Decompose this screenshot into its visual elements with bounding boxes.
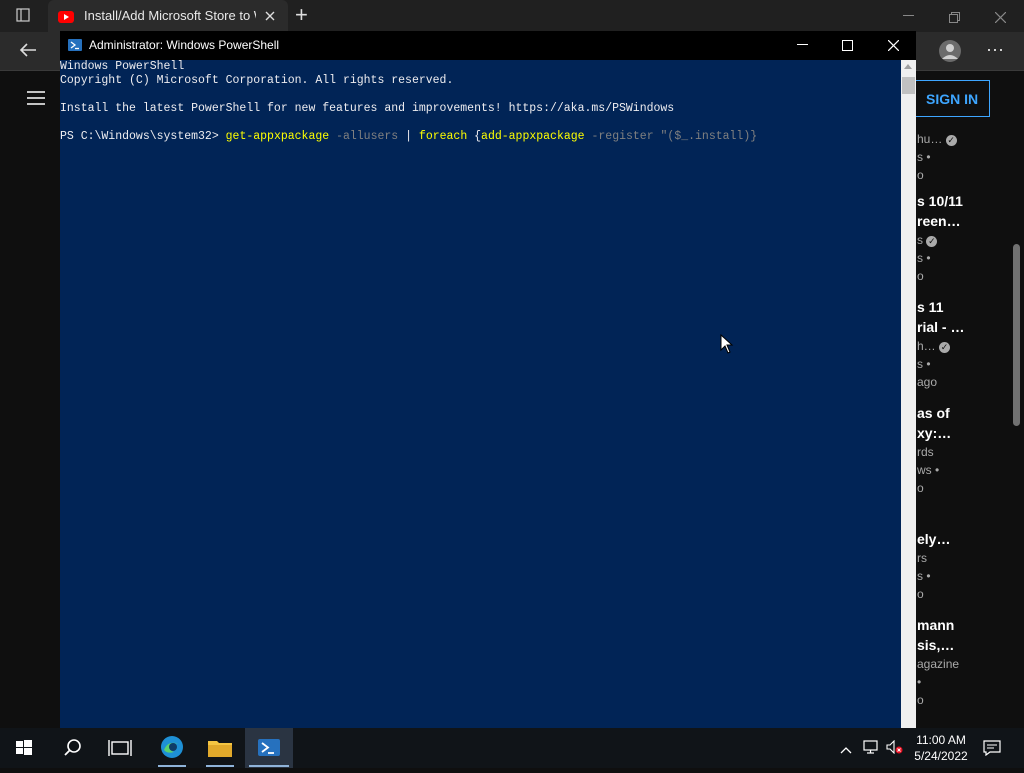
verified-check-icon: ✓	[945, 135, 957, 146]
pipe-operator: |	[405, 130, 413, 143]
tab-title: Install/Add Microsoft Store to W	[84, 8, 256, 23]
profile-avatar-icon[interactable]	[938, 39, 962, 63]
brace: {	[474, 130, 482, 143]
show-hidden-icons-chevron-icon[interactable]	[840, 742, 852, 754]
prompt: PS C:\Windows\system32>	[60, 130, 219, 143]
recommendation-item[interactable]: hu… ✓ s • o	[917, 130, 977, 184]
video-title: ely…	[917, 531, 951, 547]
ps-maximize-icon[interactable]	[842, 38, 853, 51]
task-view-button[interactable]	[96, 728, 144, 768]
running-indicator	[249, 765, 289, 767]
upload-age: o	[917, 168, 924, 182]
command-line: PS C:\Windows\system32> get-appxpackage …	[60, 130, 757, 143]
browser-more-button[interactable]: ⋯	[986, 40, 1004, 61]
upload-age: o	[917, 481, 924, 495]
recommendation-item[interactable]: as of xy:… rds ws • o	[917, 403, 977, 497]
recommendation-item[interactable]: s 10/11 reen… s ✓ s • o	[917, 191, 977, 285]
search-button[interactable]	[48, 728, 96, 768]
channel-name: s ✓	[917, 233, 938, 247]
mouse-cursor-icon	[720, 333, 734, 354]
sign-in-label: SIGN IN	[926, 91, 979, 107]
new-tab-button[interactable]: +	[295, 2, 308, 28]
recommendation-item[interactable]: ely… rs s • o	[917, 529, 977, 603]
console-line: Windows PowerShell	[60, 60, 185, 73]
channel-name: h… ✓	[917, 339, 951, 353]
browser-restore-icon[interactable]	[949, 10, 960, 23]
video-title: as of xy:…	[917, 405, 952, 441]
cmdlet-get-appxpackage: get-appxpackage	[225, 130, 330, 143]
recommendation-item[interactable]: mann sis,… agazine • o	[917, 615, 977, 709]
tab-close-icon[interactable]	[263, 9, 277, 23]
channel-name: rds	[917, 445, 934, 459]
video-title: s 11 rial - …	[917, 299, 965, 335]
verified-check-icon: ✓	[926, 236, 938, 247]
param-allusers: -allusers	[336, 130, 399, 143]
search-icon	[64, 739, 81, 756]
view-count: s •	[917, 569, 931, 583]
file-explorer-taskbar-button[interactable]	[196, 728, 244, 768]
ps-minimize-icon[interactable]	[797, 44, 808, 45]
view-count: s •	[917, 251, 931, 265]
running-indicator	[158, 765, 186, 767]
upload-age: o	[917, 693, 924, 707]
clock-time: 11:00 AM	[916, 733, 966, 747]
view-count: s •	[917, 150, 931, 164]
verified-check-icon: ✓	[939, 342, 951, 353]
channel-name: hu… ✓	[917, 132, 957, 146]
channel-name: agazine	[917, 657, 960, 671]
folder-icon	[208, 741, 232, 757]
view-count: s •	[917, 357, 931, 371]
powershell-icon	[258, 739, 280, 756]
browser-minimize-icon[interactable]	[903, 15, 914, 16]
task-view-icon	[108, 740, 132, 756]
powershell-window-title: Administrator: Windows PowerShell	[89, 38, 280, 52]
action-center-notification-icon[interactable]	[983, 740, 1001, 757]
powershell-console[interactable]: Windows PowerShell Copyright (C) Microso…	[60, 60, 901, 728]
clock-date: 5/24/2022	[914, 749, 968, 763]
youtube-favicon-icon	[58, 10, 74, 23]
param-register: -register	[591, 130, 654, 143]
browser-close-icon[interactable]	[994, 10, 1007, 24]
channel-name: rs	[917, 551, 927, 565]
ps-close-icon[interactable]	[887, 38, 900, 52]
view-count: ws •	[917, 463, 940, 477]
console-line: Install the latest PowerShell for new fe…	[60, 102, 675, 115]
scroll-thumb[interactable]	[902, 77, 915, 94]
volume-muted-icon[interactable]	[886, 739, 904, 755]
edge-taskbar-button[interactable]	[148, 728, 196, 768]
back-arrow-icon[interactable]	[18, 42, 38, 58]
powershell-taskbar-button[interactable]	[245, 728, 293, 768]
network-icon[interactable]	[863, 740, 879, 754]
view-count: •	[917, 675, 922, 689]
clock[interactable]: 11:00 AM 5/24/2022	[912, 732, 970, 764]
scroll-up-icon[interactable]	[904, 64, 912, 69]
video-title: mann sis,…	[917, 617, 955, 653]
video-title: s 10/11 reen…	[917, 193, 963, 229]
upload-age: ago	[917, 375, 938, 389]
edge-icon	[161, 736, 183, 758]
hamburger-menu-icon[interactable]	[27, 90, 45, 106]
windows-logo-icon	[16, 740, 32, 755]
powershell-icon	[68, 38, 82, 51]
running-indicator	[206, 765, 234, 767]
tab-actions-icon[interactable]	[16, 8, 30, 22]
sign-in-button[interactable]: SIGN IN	[916, 80, 990, 117]
upload-age: o	[917, 587, 924, 601]
page-scrollbar-thumb[interactable]	[1013, 244, 1020, 426]
cmdlet-add-appxpackage: add-appxpackage	[481, 130, 585, 143]
cmdlet-foreach: foreach	[418, 130, 468, 143]
powershell-scrollbar[interactable]	[901, 60, 916, 728]
upload-age: o	[917, 269, 924, 283]
start-button[interactable]	[0, 728, 48, 768]
console-line: Copyright (C) Microsoft Corporation. All…	[60, 74, 454, 87]
string-argument: "($_.install)}	[660, 130, 758, 143]
recommendation-item[interactable]: s 11 rial - … h… ✓ s • ago	[917, 297, 977, 391]
